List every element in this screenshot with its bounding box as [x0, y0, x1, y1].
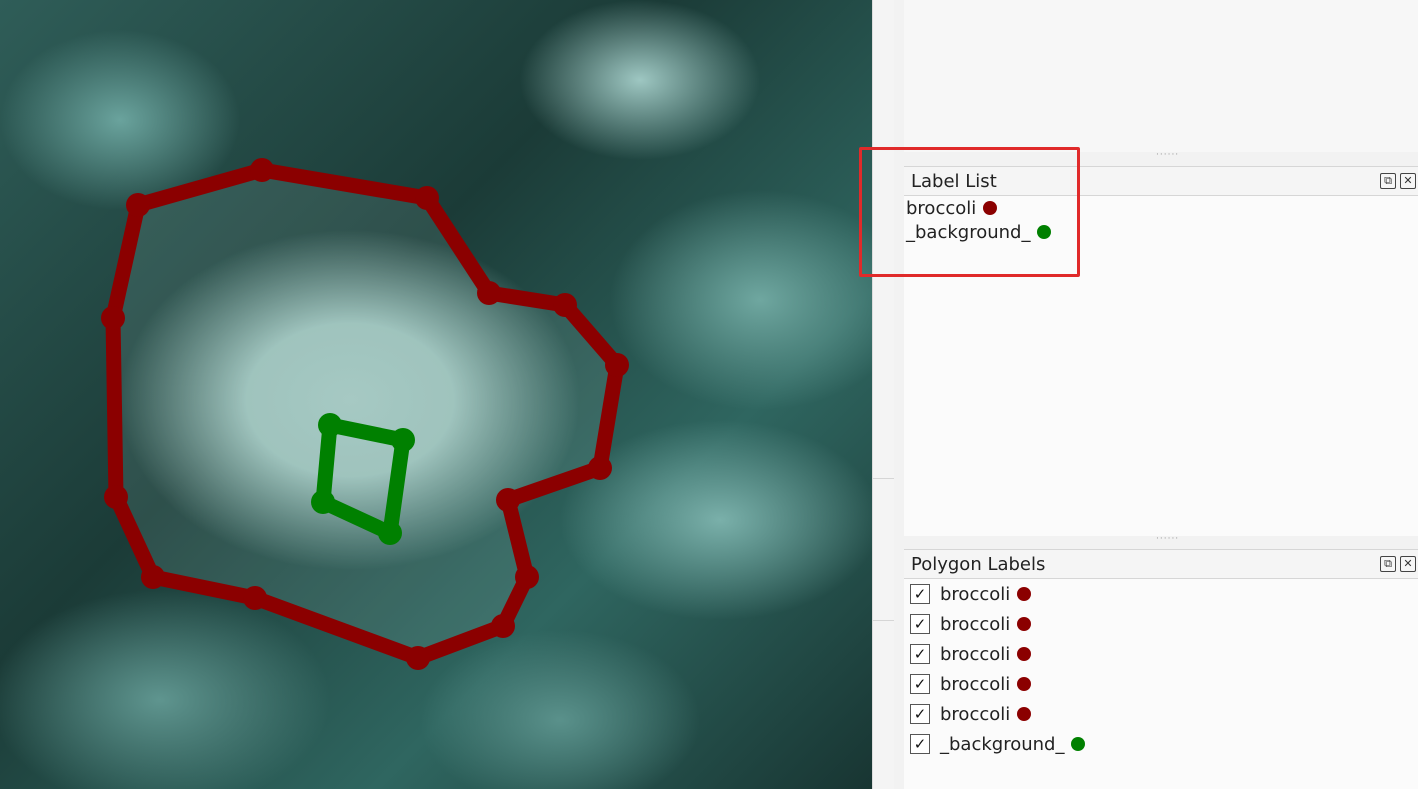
right-dock: ······ Label List ⧉ ✕ broccoli _backgrou… — [894, 0, 1418, 789]
polygon-label-name: broccoli — [940, 613, 1011, 635]
polygon-labels-titlebar[interactable]: Polygon Labels ⧉ ✕ — [904, 549, 1418, 579]
separator-line — [873, 478, 895, 479]
top-dock-panel — [904, 0, 1418, 152]
vertex-handle[interactable] — [101, 306, 125, 330]
label-list[interactable]: broccoli _background_ — [904, 196, 1418, 536]
polygon-label-row[interactable]: ✓ broccoli — [904, 699, 1418, 729]
vertex-handle[interactable] — [311, 490, 335, 514]
check-icon[interactable]: ✓ — [910, 704, 930, 724]
vertex-handle[interactable] — [378, 521, 402, 545]
vertex-handle[interactable] — [496, 488, 520, 512]
label-name: broccoli — [906, 197, 977, 219]
vertex-handle[interactable] — [250, 158, 274, 182]
check-icon[interactable]: ✓ — [910, 614, 930, 634]
label-color-dot — [1017, 617, 1032, 631]
vertex-handle[interactable] — [406, 646, 430, 670]
polygon-label-name: broccoli — [940, 703, 1011, 725]
separator-line — [873, 620, 895, 621]
vertex-handle[interactable] — [415, 186, 439, 210]
dock-splitter-handle[interactable]: ······ — [1156, 534, 1179, 544]
check-icon[interactable]: ✓ — [910, 734, 930, 754]
dock-splitter-handle[interactable]: ······ — [1156, 150, 1179, 160]
polygon-label-name: broccoli — [940, 583, 1011, 605]
float-icon[interactable]: ⧉ — [1380, 173, 1396, 189]
image-canvas[interactable] — [0, 0, 872, 789]
label-color-dot — [1017, 647, 1032, 661]
polygon-broccoli[interactable] — [105, 162, 625, 666]
polygon-label-row[interactable]: ✓ broccoli — [904, 579, 1418, 609]
vertex-handle[interactable] — [553, 293, 577, 317]
vertex-handle[interactable] — [243, 586, 267, 610]
label-color-dot — [1017, 587, 1032, 601]
check-icon[interactable]: ✓ — [910, 644, 930, 664]
vertex-handle[interactable] — [477, 281, 501, 305]
label-name: _background_ — [906, 221, 1031, 243]
vertex-handle[interactable] — [104, 485, 128, 509]
float-icon[interactable]: ⧉ — [1380, 556, 1396, 572]
close-icon[interactable]: ✕ — [1400, 173, 1416, 189]
label-list-titlebar[interactable]: Label List ⧉ ✕ — [904, 166, 1418, 196]
label-list-item[interactable]: _background_ — [904, 220, 1418, 244]
check-icon[interactable]: ✓ — [910, 674, 930, 694]
vertex-handle[interactable] — [588, 456, 612, 480]
close-icon[interactable]: ✕ — [1400, 556, 1416, 572]
vertex-handle[interactable] — [141, 565, 165, 589]
polygon-labels-list[interactable]: ✓ broccoli ✓ broccoli ✓ broccoli ✓ brocc… — [904, 579, 1418, 789]
polygon-label-name: _background_ — [940, 733, 1065, 755]
polygon-label-name: broccoli — [940, 673, 1011, 695]
vertex-handle[interactable] — [391, 428, 415, 452]
annotation-layer — [101, 158, 629, 670]
check-icon[interactable]: ✓ — [910, 584, 930, 604]
label-list-item[interactable]: broccoli — [904, 196, 1418, 220]
polygon-label-row[interactable]: ✓ broccoli — [904, 609, 1418, 639]
label-list-title: Label List — [911, 171, 997, 192]
vertex-handle[interactable] — [491, 614, 515, 638]
canvas-dock-separator[interactable] — [872, 0, 895, 789]
polygon-labels-title: Polygon Labels — [911, 554, 1046, 575]
vertex-handle[interactable] — [318, 413, 342, 437]
label-color-dot — [1017, 707, 1032, 721]
vertex-handle[interactable] — [515, 565, 539, 589]
polygon-label-row[interactable]: ✓ _background_ — [904, 729, 1418, 759]
label-color-dot — [983, 201, 998, 215]
label-color-dot — [1037, 225, 1052, 239]
polygon-label-row[interactable]: ✓ broccoli — [904, 639, 1418, 669]
polygon-label-row[interactable]: ✓ broccoli — [904, 669, 1418, 699]
vertex-handle[interactable] — [126, 193, 150, 217]
label-color-dot — [1017, 677, 1032, 691]
vertex-handle[interactable] — [605, 353, 629, 377]
label-color-dot — [1071, 737, 1086, 751]
polygon-label-name: broccoli — [940, 643, 1011, 665]
